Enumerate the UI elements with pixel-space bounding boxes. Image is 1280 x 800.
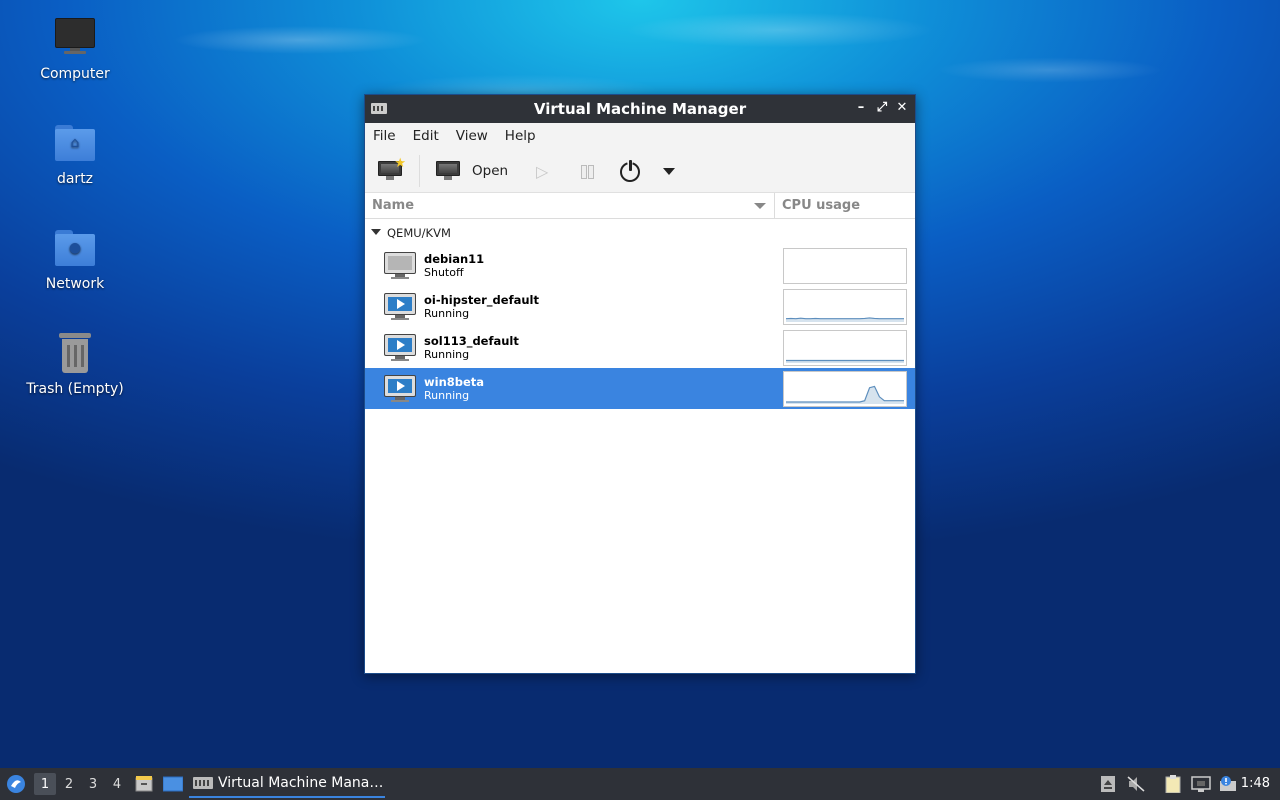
cpu-sparkline-svg [786,359,904,363]
vm-status: Running [424,348,470,361]
start-menu-icon [7,775,25,793]
vm-name: win8beta [424,375,485,389]
workspace-2[interactable]: 2 [58,768,80,800]
column-cpu-header[interactable]: CPU usage [782,198,860,213]
file-manager-icon [135,776,153,792]
vm-name: oi-hipster_default [424,293,539,307]
vm-name: sol113_default [424,334,519,348]
vm-name: debian11 [424,252,485,266]
clipboard-icon [1165,775,1181,793]
open-label: Open [472,163,509,179]
clipboard-tray[interactable] [1162,768,1184,800]
shutdown-menu-button[interactable] [663,149,675,193]
computer-icon [53,16,97,60]
volume-tray[interactable] [1125,768,1147,800]
cpu-sparkline-area [786,386,904,404]
trash-icon [53,331,97,375]
taskbar: 1 2 3 4 Virtual Machine Mana… 1:48 [0,768,1280,800]
vm-running-icon [384,293,416,321]
cpu-sparkline [786,385,904,403]
workspace-3[interactable]: 3 [82,768,104,800]
column-divider[interactable] [774,193,775,218]
vmm-window: Virtual Machine Manager – ⤢ ✕ File Edit … [364,94,916,674]
cpu-sparkline [785,317,904,320]
cpu-usage-graph [783,371,907,407]
cpu-usage-graph [783,289,907,325]
cpu-sparkline-svg [785,317,904,322]
vm-row[interactable]: debian11 Shutoff [365,245,915,286]
vm-status: Running [424,307,470,320]
desktop-icon-label: Computer [40,66,110,82]
cpu-usage-graph [783,248,907,284]
open-button[interactable]: Open [436,149,508,193]
toolbar-separator [419,155,420,187]
notification-icon [1220,776,1236,791]
desktop-icon-label: dartz [56,171,94,187]
run-button[interactable]: ▷ [536,149,548,193]
chevron-down-icon [663,167,675,175]
clock[interactable]: 1:48 [1241,776,1270,791]
home-folder-icon: ⌂ [53,121,97,165]
desktop-icon-network[interactable]: ● Network [20,226,130,292]
vm-running-icon [384,334,416,362]
minimize-button[interactable]: – [852,99,870,117]
network-icon [1191,776,1211,792]
new-vm-icon: ★ [378,156,406,181]
vm-shutoff-icon [384,252,416,280]
eject-icon [1101,776,1115,792]
menu-file[interactable]: File [373,128,396,144]
pause-icon [580,164,594,179]
column-header: Name CPU usage [365,193,915,219]
expander-icon[interactable] [371,229,381,235]
vm-running-icon [384,375,416,403]
file-manager-launcher[interactable] [133,768,155,800]
monitor-icon [436,161,460,181]
notification-tray[interactable] [1216,768,1240,800]
sort-down-icon[interactable] [754,203,766,209]
network-folder-icon: ● [53,226,97,270]
desktop-icon [163,776,183,792]
connection-group[interactable]: QEMU/KVM [365,219,915,245]
workspace-1[interactable]: 1 [34,773,56,795]
vm-status: Running [424,389,470,402]
close-button[interactable]: ✕ [893,99,911,117]
app-menu-button[interactable] [4,768,28,800]
network-tray[interactable] [1189,768,1213,800]
vmm-task-icon [193,777,213,789]
show-desktop-button[interactable] [161,768,185,800]
desktop-icon-label: Network [45,276,105,292]
cpu-sparkline-svg [786,385,904,404]
vm-row[interactable]: oi-hipster_default Running [365,286,915,327]
speaker-muted-icon [1127,776,1145,792]
window-titlebar[interactable]: Virtual Machine Manager – ⤢ ✕ [365,95,915,123]
task-label: Virtual Machine Mana… [218,775,384,791]
desktop-icon-trash[interactable]: Trash (Empty) [20,331,130,397]
desktop-icon-computer[interactable]: Computer [20,16,130,82]
power-icon [619,160,641,182]
window-title: Virtual Machine Manager [533,100,747,118]
new-vm-button[interactable]: ★ [378,149,406,193]
workspace-4[interactable]: 4 [106,768,128,800]
cpu-usage-graph [783,330,907,366]
column-name-header[interactable]: Name [372,198,414,213]
taskbar-task-vmm[interactable]: Virtual Machine Mana… [189,770,385,798]
vm-status: Shutoff [424,266,464,279]
eject-tray[interactable] [1097,768,1119,800]
desktop-icon-home-folder[interactable]: ⌂ dartz [20,121,130,187]
toolbar: ★ Open ▷ [365,149,915,193]
menu-edit[interactable]: Edit [413,128,439,144]
play-icon: ▷ [536,161,549,181]
maximize-button[interactable]: ⤢ [873,99,891,117]
menu-view[interactable]: View [456,128,488,144]
desktop-icon-label: Trash (Empty) [26,381,124,397]
cpu-sparkline-svg [784,249,906,283]
vm-row-selected[interactable]: win8beta Running [365,368,915,409]
menubar: File Edit View Help [365,123,915,149]
connection-label: QEMU/KVM [387,226,451,240]
vm-row[interactable]: sol113_default Running [365,327,915,368]
pause-button[interactable] [580,149,594,193]
vm-list: debian11 Shutoff oi-hipster_default Runn… [365,245,915,409]
shutdown-button[interactable] [619,149,641,193]
menu-help[interactable]: Help [505,128,536,144]
